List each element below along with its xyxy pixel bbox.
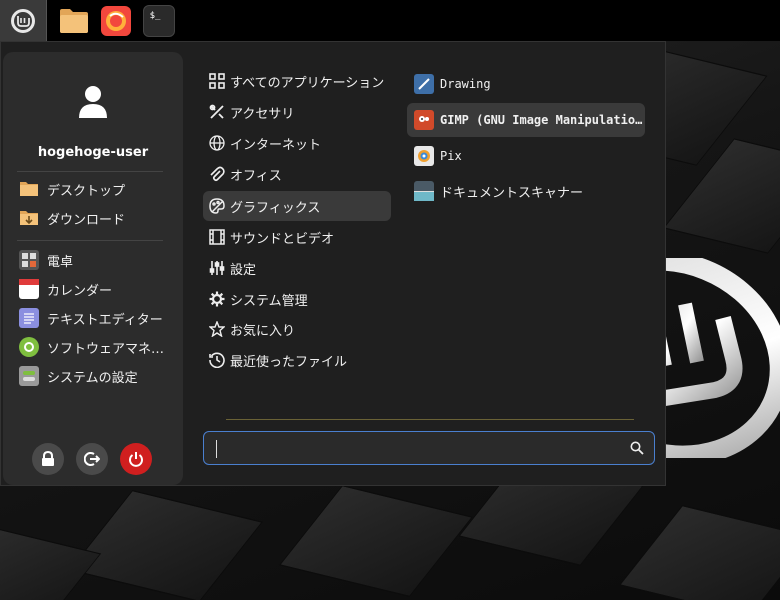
sidebar-item-label: テキストエディター xyxy=(47,312,163,328)
sliders-icon xyxy=(208,259,226,277)
taskbar: $_ xyxy=(0,0,780,41)
system-settings-icon xyxy=(19,366,39,386)
sidebar-item-label: カレンダー xyxy=(47,283,113,299)
category-internet[interactable]: インターネット xyxy=(203,128,391,158)
gear-icon xyxy=(208,290,226,308)
background-tile xyxy=(69,490,263,600)
software-manager-icon xyxy=(19,337,39,357)
calculator-icon xyxy=(19,250,39,270)
sidebar-item-software-manager[interactable]: ソフトウェアマネ… xyxy=(19,335,169,359)
category-administration[interactable]: システム管理 xyxy=(203,284,391,314)
application-menu: hogehoge-user デスクトップ ダウンロード 電卓 カレンダー テキス… xyxy=(0,41,666,486)
category-all-applications[interactable]: すべてのアプリケーション xyxy=(203,66,391,96)
username: hogehoge-user xyxy=(37,145,149,160)
app-label: Drawing xyxy=(440,77,491,91)
background-tile xyxy=(619,505,780,600)
gimp-icon xyxy=(414,110,434,130)
category-label: 最近使ったファイル xyxy=(230,354,348,370)
sidebar-item-downloads[interactable]: ダウンロード xyxy=(19,206,169,230)
background-tile xyxy=(279,485,473,597)
sidebar-item-desktop[interactable]: デスクトップ xyxy=(19,177,169,201)
category-label: インターネット xyxy=(230,137,322,153)
palette-icon xyxy=(208,197,226,215)
sidebar-item-label: デスクトップ xyxy=(47,183,126,199)
category-label: アクセサリ xyxy=(230,106,295,122)
files-launcher[interactable] xyxy=(59,6,89,36)
search-input[interactable] xyxy=(212,438,616,460)
user-avatar-icon xyxy=(79,86,107,118)
category-graphics[interactable]: グラフィックス xyxy=(203,191,391,221)
category-favorites[interactable]: お気に入り xyxy=(203,314,391,344)
menu-button[interactable] xyxy=(0,0,47,41)
drawing-icon xyxy=(414,74,434,94)
history-icon xyxy=(208,351,226,369)
category-sound-video[interactable]: サウンドとビデオ xyxy=(203,222,391,252)
lock-icon xyxy=(42,451,54,466)
category-label: すべてのアプリケーション xyxy=(230,75,385,91)
search-box[interactable] xyxy=(203,431,655,465)
search-icon[interactable] xyxy=(630,441,644,455)
app-gimp[interactable]: GIMP (GNU Image Manipulation Pr… xyxy=(407,103,645,137)
app-label: ドキュメントスキャナー xyxy=(440,185,584,201)
sidebar-item-calculator[interactable]: 電卓 xyxy=(19,248,169,272)
sidebar-item-label: ソフトウェアマネ… xyxy=(47,341,165,357)
paperclip-icon xyxy=(208,165,226,183)
terminal-launcher[interactable]: $_ xyxy=(143,4,175,37)
app-label: GIMP (GNU Image Manipulation Pr… xyxy=(440,113,645,127)
downloads-folder-icon xyxy=(19,208,39,228)
app-drawing[interactable]: Drawing xyxy=(407,67,645,101)
grid-icon xyxy=(208,72,226,90)
app-label: Pix xyxy=(440,149,462,163)
sidebar-item-system-settings[interactable]: システムの設定 xyxy=(19,364,169,388)
sidebar-item-calendar[interactable]: カレンダー xyxy=(19,277,169,301)
category-label: サウンドとビデオ xyxy=(230,231,335,247)
sidebar-separator xyxy=(17,171,163,172)
power-button[interactable] xyxy=(120,443,152,475)
sidebar-item-label: システムの設定 xyxy=(47,370,138,386)
globe-icon xyxy=(208,134,226,152)
menu-sidebar: hogehoge-user デスクトップ ダウンロード 電卓 カレンダー テキス… xyxy=(3,52,183,485)
category-recent-files[interactable]: 最近使ったファイル xyxy=(203,345,391,375)
app-pix[interactable]: Pix xyxy=(407,139,645,173)
film-icon xyxy=(208,228,226,246)
sidebar-item-text-editor[interactable]: テキストエディター xyxy=(19,306,169,330)
pix-icon xyxy=(414,146,434,166)
category-label: システム管理 xyxy=(230,293,308,309)
category-label: オフィス xyxy=(230,168,282,184)
category-settings[interactable]: 設定 xyxy=(203,253,391,283)
desktop-folder-icon xyxy=(19,179,39,199)
linux-mint-icon xyxy=(11,8,35,33)
search-separator xyxy=(226,419,634,420)
background-tile xyxy=(0,528,102,600)
sidebar-item-label: 電卓 xyxy=(47,254,74,270)
power-icon xyxy=(129,452,143,467)
firefox-launcher[interactable] xyxy=(101,5,131,36)
tools-icon xyxy=(208,103,226,121)
category-label: お気に入り xyxy=(230,323,296,339)
logout-icon xyxy=(84,452,100,466)
sidebar-separator xyxy=(17,240,163,241)
sidebar-item-label: ダウンロード xyxy=(47,212,126,228)
app-document-scanner[interactable]: ドキュメントスキャナー xyxy=(407,174,645,208)
category-office[interactable]: オフィス xyxy=(203,159,391,189)
category-label: 設定 xyxy=(230,262,257,278)
text-editor-icon xyxy=(19,308,39,328)
terminal-icon: $_ xyxy=(149,10,161,21)
logout-button[interactable] xyxy=(76,443,108,475)
category-label: グラフィックス xyxy=(230,200,321,216)
scanner-icon xyxy=(414,181,434,201)
star-icon xyxy=(208,320,226,338)
files-icon xyxy=(60,8,88,33)
category-accessories[interactable]: アクセサリ xyxy=(203,97,391,127)
firefox-icon xyxy=(106,10,126,31)
lock-button[interactable] xyxy=(32,443,64,475)
calendar-icon xyxy=(19,279,39,299)
